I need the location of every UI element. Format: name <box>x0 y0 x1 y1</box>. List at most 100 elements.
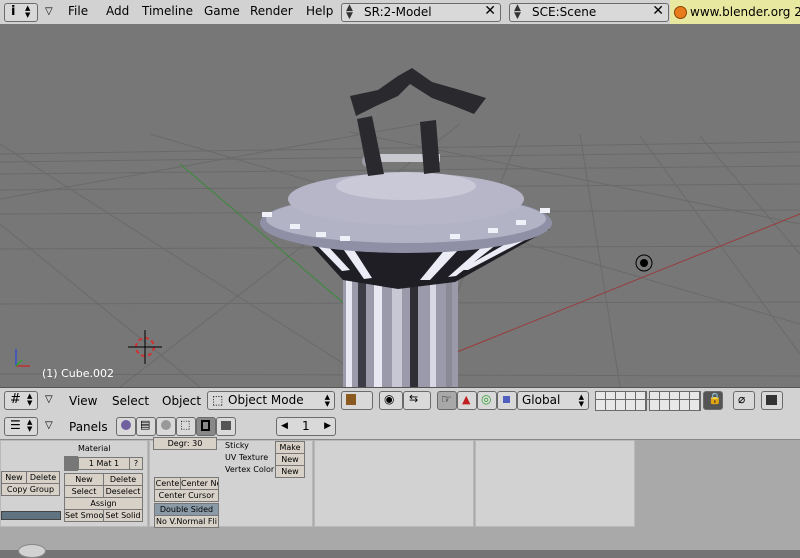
orientation-selector[interactable]: Global ▲ ▼ <box>517 391 589 410</box>
object-tab-icon[interactable]: ⬚ <box>176 417 196 436</box>
link-button[interactable]: ⌀ <box>733 391 755 410</box>
blender-url-field: www.blender.org 2 <box>670 0 800 24</box>
top-menu-bar: i ▲ ▼ ▽ File Add Timeline Game Render Hel… <box>0 0 800 25</box>
material-help-button[interactable]: ? <box>129 457 143 470</box>
menu-help[interactable]: Help <box>306 4 333 18</box>
autosmooth-slider[interactable] <box>1 511 61 520</box>
menu-view[interactable]: View <box>69 394 97 408</box>
link-icon: ⌀ <box>738 392 746 406</box>
buttons-window-header: ☰ ▲ ▼ ▽ Panels ▤ ⬚ ◀ 1 ▶ <box>0 413 800 440</box>
menu-object[interactable]: Object <box>162 394 201 408</box>
panels-label: Panels <box>69 420 108 434</box>
cube-icon <box>346 394 356 405</box>
render-preview-button[interactable] <box>761 391 783 410</box>
vertex-color-new-button[interactable]: New <box>275 465 305 478</box>
menu-timeline[interactable]: Timeline <box>142 4 193 18</box>
hand-icon: ☞ <box>441 392 452 406</box>
link-materials-panel: Material 1 Mat 1 ? New Delete Copy Group… <box>0 440 148 527</box>
active-object-label: (1) Cube.002 <box>42 367 114 380</box>
centre-cursor-button[interactable]: Center Cursor <box>154 489 219 502</box>
updown-arrows-icon: ▲ ▼ <box>27 392 33 407</box>
context-tabs[interactable]: ▤ ⬚ <box>116 417 236 436</box>
blender-logo-icon <box>674 6 687 19</box>
lamp-icon <box>635 254 653 272</box>
buttons-window-icon: ☰ <box>10 418 21 432</box>
close-icon[interactable]: ✕ <box>652 3 664 20</box>
image-icon <box>766 395 777 405</box>
vertex-color-label: Vertex Color <box>225 465 275 474</box>
material-index-field[interactable]: 1 Mat 1 <box>78 457 130 470</box>
translate-icon: ▲ <box>462 393 471 406</box>
editor-type-button[interactable]: # ▲ ▼ <box>4 391 38 410</box>
mesh-panel: Degr: 30 Sticky Make UV Texture New Vert… <box>149 437 313 528</box>
panel-corner-tab[interactable] <box>18 544 46 558</box>
updown-arrows-icon: ▲ ▼ <box>27 418 33 433</box>
rotate-manipulator-button[interactable]: ◎ <box>477 391 497 410</box>
frame-value: 1 <box>302 419 310 433</box>
align-button[interactable]: ⇆ <box>403 391 431 410</box>
editing-tab-icon[interactable] <box>196 417 216 436</box>
updown-arrows-icon: ▲ ▼ <box>346 3 353 21</box>
chevron-right-icon[interactable]: ▶ <box>324 418 331 435</box>
material-color-swatch[interactable] <box>64 456 78 471</box>
material-title: Material <box>78 444 111 453</box>
mode-label: Object Mode <box>228 393 304 407</box>
url-text: www.blender.org 2 <box>690 5 800 19</box>
frame-counter[interactable]: ◀ 1 ▶ <box>276 417 336 436</box>
manipulator-toggle-button[interactable]: ☞ <box>437 391 457 410</box>
scene-selector[interactable]: ▲ ▼ SCE:Scene ✕ <box>509 3 669 22</box>
object-mode-icon: ⬚ <box>212 393 224 407</box>
pivot-icon: ◉ <box>384 392 395 406</box>
rotate-icon: ◎ <box>481 392 492 406</box>
draw-type-button[interactable] <box>341 391 373 410</box>
align-icon: ⇆ <box>409 392 419 405</box>
grid-icon: # <box>10 392 21 407</box>
script-tab-icon[interactable]: ▤ <box>136 417 156 436</box>
close-icon[interactable]: ✕ <box>484 3 496 20</box>
orientation-label: Global <box>522 393 561 407</box>
logic-tab-icon[interactable] <box>116 417 136 436</box>
lock-layers-button[interactable]: 🔒 <box>703 391 723 410</box>
chevron-left-icon[interactable]: ◀ <box>281 418 288 435</box>
3d-view-header: # ▲ ▼ ▽ View Select Object ⬚ Object Mode … <box>0 387 800 414</box>
window-type-button[interactable]: i ▲ ▼ <box>4 3 38 22</box>
collapse-menu-icon[interactable]: ▽ <box>45 420 53 431</box>
no-vnormal-flip-toggle[interactable]: No V.Normal Fli <box>154 515 219 528</box>
menu-file[interactable]: File <box>68 4 88 18</box>
menu-add[interactable]: Add <box>106 4 129 18</box>
editing-panels-area: Material 1 Mat 1 ? New Delete Copy Group… <box>0 437 800 558</box>
collapse-menu-icon[interactable]: ▽ <box>45 6 53 17</box>
updown-arrows-icon: ▲ ▼ <box>324 393 330 408</box>
menu-render[interactable]: Render <box>250 4 293 18</box>
updown-arrows-icon: ▲ ▼ <box>578 393 584 408</box>
empty-panel-1 <box>314 440 474 527</box>
set-smooth-button[interactable]: Set Smoo <box>64 509 104 522</box>
translate-manipulator-button[interactable]: ▲ <box>457 391 477 410</box>
pivot-button[interactable]: ◉ <box>379 391 403 410</box>
scale-icon <box>503 396 510 403</box>
3d-viewport[interactable]: (1) Cube.002 <box>0 24 800 387</box>
shading-tab-icon[interactable] <box>156 417 176 436</box>
updown-arrows-icon: ▲ ▼ <box>514 3 521 21</box>
uv-texture-label: UV Texture <box>225 453 269 462</box>
viewport-scene <box>0 68 800 387</box>
scene-tab-icon[interactable] <box>216 417 236 436</box>
editor-type-button[interactable]: ☰ ▲ ▼ <box>4 417 38 436</box>
scene-name: SCE:Scene <box>532 5 597 19</box>
info-icon: i <box>11 4 16 19</box>
empty-panel-2 <box>475 440 635 527</box>
scale-manipulator-button[interactable] <box>497 391 517 410</box>
layer-buttons[interactable] <box>595 391 701 411</box>
copy-group-button[interactable]: Copy Group <box>1 483 60 496</box>
menu-game[interactable]: Game <box>204 4 240 18</box>
axis-gizmo-icon <box>15 349 30 367</box>
degr-field[interactable]: Degr: 30 <box>153 437 217 450</box>
updown-arrows-icon: ▲ ▼ <box>25 4 31 19</box>
collapse-menu-icon[interactable]: ▽ <box>45 394 53 405</box>
set-solid-button[interactable]: Set Solid <box>103 509 143 522</box>
screen-selector[interactable]: ▲ ▼ SR:2-Model ✕ <box>341 3 501 22</box>
screen-name: SR:2-Model <box>364 5 432 19</box>
menu-select[interactable]: Select <box>112 394 149 408</box>
mode-selector[interactable]: ⬚ Object Mode ▲ ▼ <box>207 391 335 410</box>
sticky-label: Sticky <box>225 441 249 450</box>
